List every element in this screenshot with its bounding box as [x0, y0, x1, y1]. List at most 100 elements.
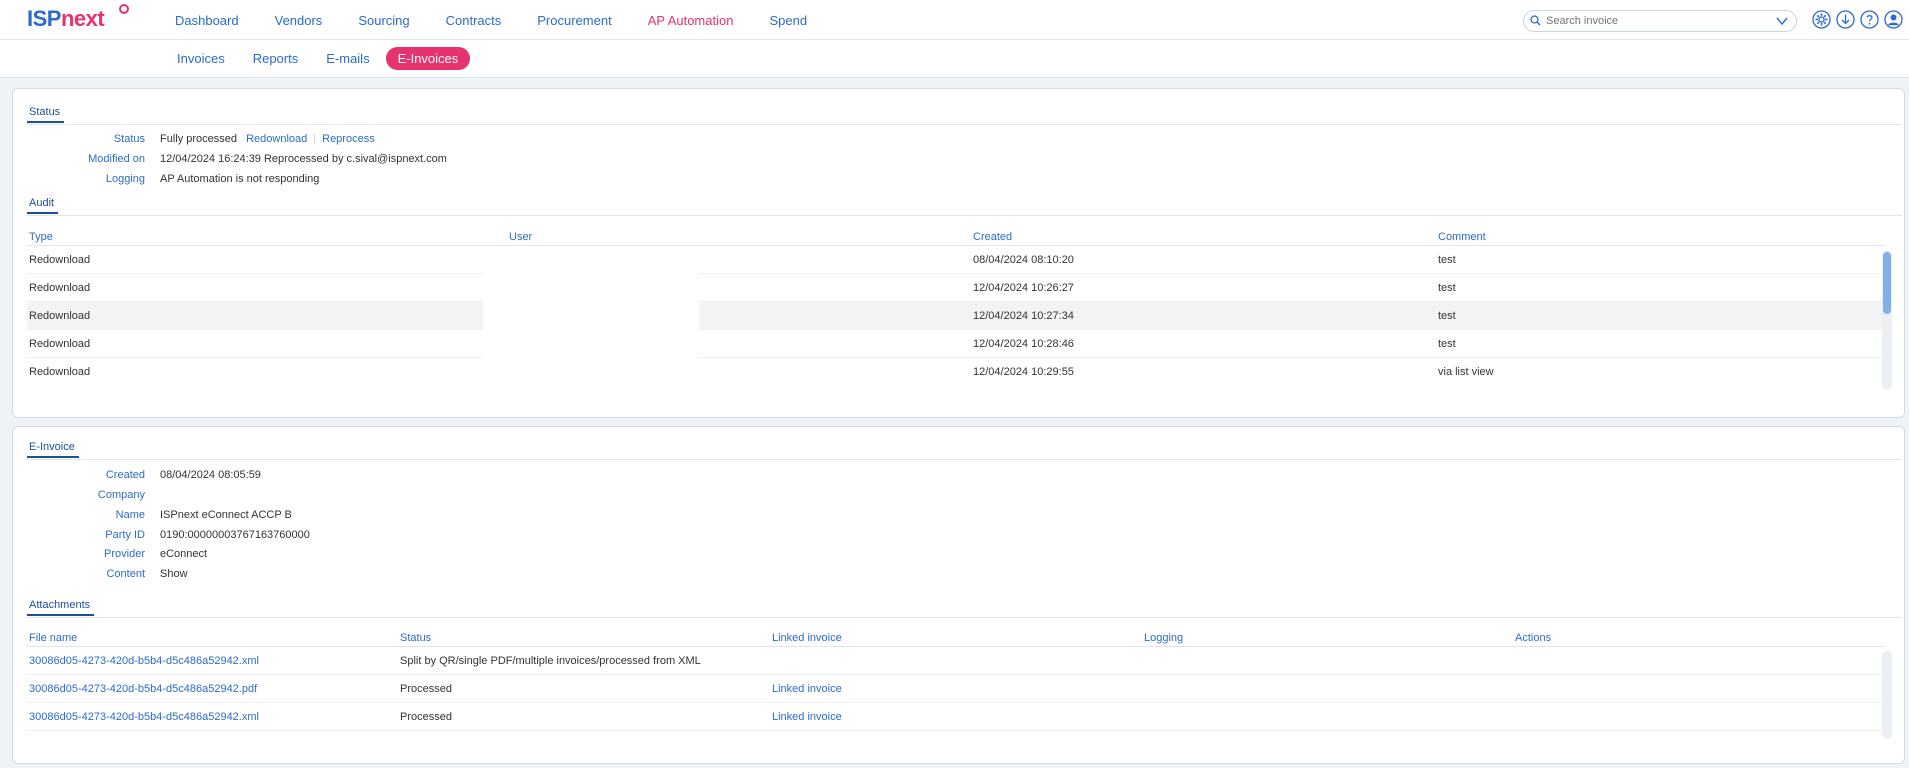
cell-created: 12/04/2024 10:28:46 [973, 338, 1074, 350]
ispnext-logo[interactable]: ISPnext [27, 4, 129, 32]
settings-icon[interactable] [1812, 10, 1831, 29]
table-row[interactable]: Redownload 08/04/2024 08:10:20 test [27, 246, 1885, 274]
provider-label: Provider [104, 548, 145, 560]
col-logging[interactable]: Logging [1144, 632, 1183, 644]
nav-ap-automation[interactable]: AP Automation [648, 13, 734, 28]
party-id-label: Party ID [105, 529, 145, 541]
linked-invoice-link[interactable]: Linked invoice [772, 711, 842, 723]
redownload-link[interactable]: Redownload [246, 133, 307, 145]
logging-label: Logging [105, 173, 145, 185]
col-file-name[interactable]: File name [29, 632, 77, 644]
cell-created: 12/04/2024 10:26:27 [973, 282, 1074, 294]
table-row[interactable]: 30086d05-4273-420d-b5b4-d5c486a52942.pdf… [27, 675, 1885, 703]
einvoice-tab-label: E-Invoice [27, 441, 79, 458]
col-actions[interactable]: Actions [1515, 632, 1551, 644]
action-divider: | [313, 133, 317, 145]
modified-row: Modified on 12/04/2024 16:24:39 Reproces… [27, 153, 927, 171]
content-show-link[interactable]: Show [160, 568, 188, 580]
reprocess-link[interactable]: Reprocess [322, 133, 375, 145]
cell-type: Redownload [29, 310, 91, 322]
cell-comment: test [1438, 282, 1456, 294]
user-icon[interactable] [1884, 10, 1903, 29]
table-row[interactable]: Redownload 12/04/2024 10:29:55 via list … [27, 358, 1885, 386]
nav-dashboard[interactable]: Dashboard [175, 13, 239, 28]
audit-scrollbar-thumb[interactable] [1883, 252, 1891, 314]
nav-spend[interactable]: Spend [769, 13, 807, 28]
audit-table-header: Type User Created Comment [27, 226, 1885, 246]
table-row[interactable]: Redownload 12/04/2024 10:26:27 test [27, 274, 1885, 302]
status-tab-label: Status [27, 106, 65, 123]
provider-row: Provider eConnect [27, 548, 927, 566]
subnav-reports[interactable]: Reports [241, 47, 311, 70]
table-row[interactable]: 30086d05-4273-420d-b5b4-d5c486a52942.xml… [27, 647, 1885, 675]
subnav-invoices[interactable]: Invoices [165, 47, 237, 70]
user-column-blank [483, 246, 699, 393]
cell-status: Processed [400, 711, 452, 723]
cell-comment: via list view [1438, 366, 1494, 378]
party-id-value: 0190:00000003767163760000 [160, 529, 310, 541]
status-tab[interactable]: Status [27, 106, 1902, 125]
table-row[interactable]: Redownload 12/04/2024 10:27:34 test [27, 302, 1885, 330]
cell-created: 08/04/2024 08:10:20 [973, 254, 1074, 266]
file-link[interactable]: 30086d05-4273-420d-b5b4-d5c486a52942.xml [29, 711, 259, 723]
audit-tab[interactable]: Audit [27, 197, 1902, 216]
company-label: Company [97, 489, 145, 501]
file-link[interactable]: 30086d05-4273-420d-b5b4-d5c486a52942.xml [29, 655, 259, 667]
col-linked-invoice[interactable]: Linked invoice [772, 632, 842, 644]
cell-comment: test [1438, 338, 1456, 350]
subnav-e-invoices[interactable]: E-Invoices [385, 47, 471, 70]
name-value: ISPnext eConnect ACCP B [160, 509, 292, 521]
col-created[interactable]: Created [973, 231, 1012, 243]
audit-table: Type User Created Comment Redownload 08/… [27, 226, 1885, 393]
search-box [1523, 10, 1797, 32]
cell-type: Redownload [29, 366, 91, 378]
company-row: Company [27, 489, 927, 507]
table-row[interactable]: Redownload 12/04/2024 10:28:46 test [27, 330, 1885, 358]
nav-procurement[interactable]: Procurement [537, 13, 611, 28]
logo-badge-icon [119, 4, 129, 14]
audit-tab-label: Audit [27, 197, 59, 214]
cell-comment: test [1438, 254, 1456, 266]
einvoice-tab[interactable]: E-Invoice [27, 441, 1902, 460]
modified-label: Modified on [88, 153, 145, 165]
logging-row: Logging AP Automation is not responding [27, 173, 927, 191]
cell-type: Redownload [29, 254, 91, 266]
attachments-tab[interactable]: Attachments [27, 599, 1902, 618]
search-input[interactable] [1546, 14, 1766, 28]
created-value: 08/04/2024 08:05:59 [160, 469, 261, 481]
created-label: Created [105, 469, 145, 481]
cell-type: Redownload [29, 282, 91, 294]
attachments-scrollbar[interactable] [1882, 651, 1892, 739]
col-type[interactable]: Type [29, 231, 53, 243]
cell-comment: test [1438, 310, 1456, 322]
chevron-down-icon[interactable] [1776, 16, 1788, 26]
file-link[interactable]: 30086d05-4273-420d-b5b4-d5c486a52942.pdf [29, 683, 257, 695]
cell-type: Redownload [29, 338, 91, 350]
status-panel: Status Status Fully processed Redownload… [12, 88, 1905, 418]
sub-nav-bar: Invoices Reports E-mails E-Invoices [0, 40, 1909, 78]
nav-contracts[interactable]: Contracts [446, 13, 502, 28]
nav-vendors[interactable]: Vendors [275, 13, 323, 28]
content-row: Content Show [27, 568, 927, 586]
attachments-tab-label: Attachments [27, 599, 95, 616]
table-row[interactable]: 30086d05-4273-420d-b5b4-d5c486a52942.xml… [27, 703, 1885, 731]
download-icon[interactable] [1836, 10, 1855, 29]
col-status[interactable]: Status [400, 632, 431, 644]
status-value-group: Fully processed Redownload | Reprocess [160, 133, 375, 145]
created-row: Created 08/04/2024 08:05:59 [27, 469, 927, 487]
content-label: Content [106, 568, 145, 580]
help-icon[interactable] [1860, 10, 1879, 29]
status-row: Status Fully processed Redownload | Reproc… [27, 133, 927, 151]
cell-created: 12/04/2024 10:29:55 [973, 366, 1074, 378]
cell-created: 12/04/2024 10:27:34 [973, 310, 1074, 322]
col-comment[interactable]: Comment [1438, 231, 1486, 243]
col-user[interactable]: User [509, 231, 532, 243]
nav-sourcing[interactable]: Sourcing [358, 13, 409, 28]
einvoice-panel: E-Invoice Created 08/04/2024 08:05:59 Co… [12, 426, 1905, 764]
subnav-e-mails[interactable]: E-mails [314, 47, 381, 70]
audit-scrollbar[interactable] [1882, 250, 1892, 390]
linked-invoice-link[interactable]: Linked invoice [772, 683, 842, 695]
main-nav: Dashboard Vendors Sourcing Contracts Pro… [175, 0, 843, 40]
status-value: Fully processed [160, 133, 238, 145]
sub-nav: Invoices Reports E-mails E-Invoices [165, 47, 474, 70]
